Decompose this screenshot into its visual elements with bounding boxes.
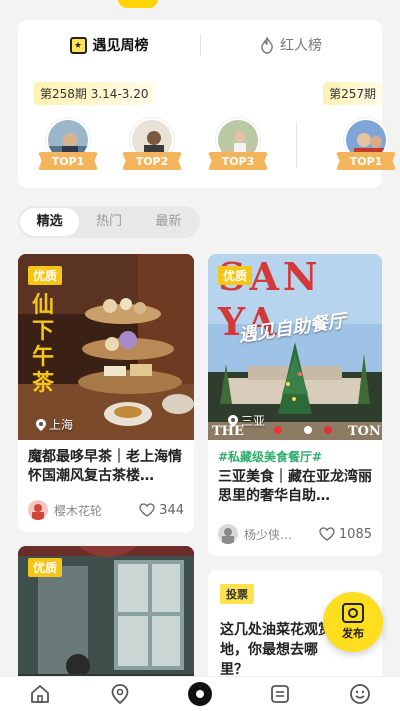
card-image-text-bottom-left: THE (212, 424, 244, 439)
tab-divider (200, 34, 201, 56)
card-author[interactable]: 樱木花轮 (54, 502, 139, 519)
card-meta: 樱木花轮 344 (28, 500, 184, 520)
ranking-item-prev-1[interactable]: TOP1 (336, 118, 396, 180)
home-icon (31, 685, 49, 703)
card-title[interactable]: 这几处油菜花观赏地，你最想去哪里？ (220, 620, 334, 680)
card-title[interactable]: 魔都最哆早茶｜老上海情怀国潮风复古茶楼… (28, 448, 184, 486)
like-button[interactable]: 344 (139, 503, 184, 518)
tab-influencer-ranking-label: 红人榜 (280, 38, 322, 54)
avatar[interactable] (218, 524, 238, 544)
ranking-divider (296, 122, 297, 168)
like-button[interactable]: 1085 (319, 527, 372, 542)
feed-card-teahouse[interactable]: 优质 仙下午茶 上海 魔都最哆早茶｜老上海情怀国潮风复古茶楼… 樱木花轮 344 (18, 254, 194, 532)
card-location-label: 上海 (49, 418, 74, 432)
ranking-item-3[interactable]: TOP3 (208, 118, 268, 180)
star-badge-icon (69, 36, 87, 54)
publish-button[interactable]: 发布 (323, 592, 383, 652)
rank-badge: TOP1 (336, 152, 396, 170)
ranking-item-2[interactable]: TOP2 (122, 118, 182, 180)
tab-weekly-ranking[interactable]: 遇见周榜 (18, 28, 200, 62)
filter-featured[interactable]: 精选 (20, 208, 80, 236)
card-image-text: 仙下午茶 (32, 292, 55, 396)
quality-badge: 优质 (28, 558, 63, 577)
tab-weekly-ranking-label: 遇见周榜 (92, 38, 149, 54)
camera-icon (342, 603, 364, 623)
period-current[interactable]: 第258期 3.14-3.20 (34, 82, 155, 105)
nav-center[interactable] (185, 679, 215, 709)
rank-badge: TOP2 (122, 152, 182, 170)
top-strip (0, 0, 400, 12)
filter-latest[interactable]: 最新 (139, 208, 198, 236)
card-title[interactable]: 三亚美食｜藏在亚龙湾丽思里的奢华自助… (218, 468, 372, 506)
period-previous[interactable]: 第257期 (323, 82, 382, 105)
quality-badge: 优质 (28, 266, 63, 285)
avatar[interactable] (28, 500, 48, 520)
quality-badge: 优质 (218, 266, 253, 285)
card-author[interactable]: 杨少侠… (244, 526, 319, 543)
tab-influencer-ranking[interactable]: 红人榜 (200, 28, 382, 62)
vote-badge: 投票 (220, 584, 254, 604)
feed-filter: 精选 热门 最新 (18, 206, 200, 238)
card-hashtag[interactable]: #私藏级美食餐厅# (218, 448, 322, 465)
card-location-label: 三亚 (241, 414, 266, 428)
heart-icon (319, 527, 335, 541)
feed-card-sanya[interactable]: SAN YA 优质 遇见自助餐厅 三亚 THE TON #私藏级美食餐厅# 三亚… (208, 254, 382, 556)
feed-card-interior[interactable]: 优质 (18, 546, 194, 686)
like-count: 1085 (338, 526, 372, 542)
rank-badge: TOP3 (208, 152, 268, 170)
publish-label: 发布 (342, 627, 364, 640)
nav-location[interactable] (105, 679, 135, 709)
card-meta: 杨少侠… 1085 (218, 524, 372, 544)
like-count: 344 (159, 502, 184, 518)
nav-list[interactable] (265, 679, 295, 709)
ranking-avatars: TOP1 TOP2 TOP3 TOP1 (18, 118, 396, 180)
smile-face-icon (350, 684, 370, 704)
top-indicator (118, 0, 158, 8)
nav-profile[interactable] (345, 679, 375, 709)
ranking-card: 遇见周榜 红人榜 第258期 3.14-3.20 第257期 TOP1 TOP2 (18, 20, 396, 188)
heart-icon (139, 503, 155, 517)
bottom-nav (0, 676, 400, 711)
card-image-text-bottom-right: TON (348, 424, 381, 439)
location-pin-icon (36, 418, 46, 431)
nav-home[interactable] (25, 679, 55, 709)
list-icon (271, 685, 289, 703)
center-dot-icon (188, 682, 212, 706)
flame-icon (261, 36, 273, 54)
card-location: 上海 (36, 416, 73, 433)
ranking-item-1[interactable]: TOP1 (38, 118, 98, 180)
location-pin-icon (111, 684, 129, 705)
rank-badge: TOP1 (38, 152, 98, 170)
filter-popular[interactable]: 热门 (79, 208, 138, 236)
